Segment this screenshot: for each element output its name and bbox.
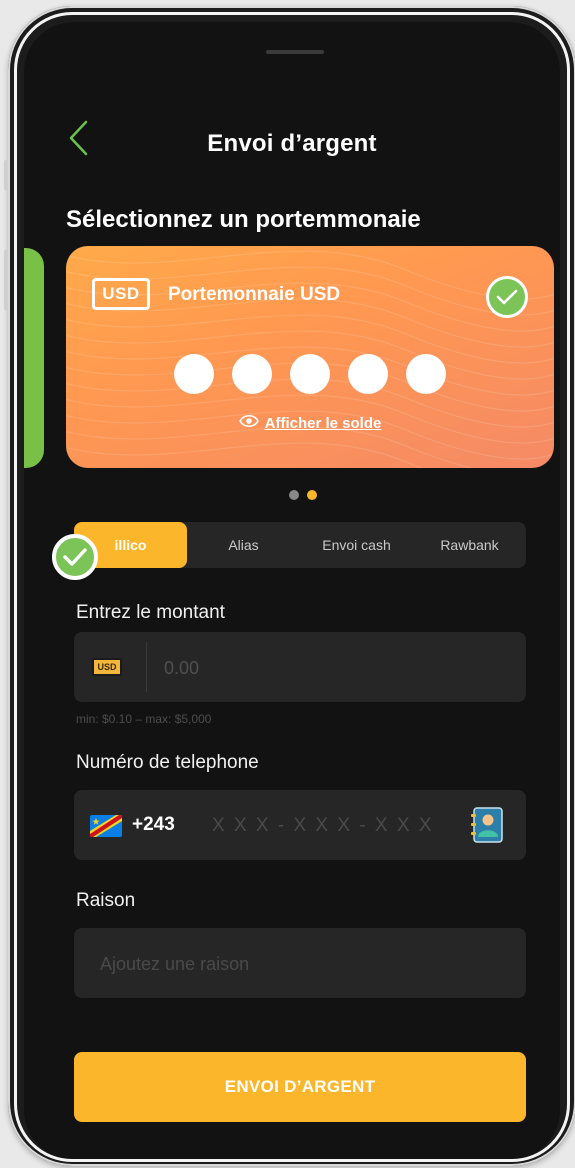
amount-field: USD (74, 632, 526, 702)
hidden-digit-dot (174, 354, 214, 394)
reason-field (74, 928, 526, 998)
speaker-notch (266, 50, 324, 54)
hidden-digit-dot (290, 354, 330, 394)
wallet-name: Portemonnaie USD (168, 284, 341, 305)
wallet-section-title: Sélectionnez un portemmonaie (66, 206, 421, 233)
tab-alias[interactable]: Alias (187, 522, 300, 568)
show-balance-link[interactable]: Afficher le solde (66, 414, 554, 432)
phone-number-input[interactable] (212, 812, 462, 840)
amount-limits: min: $0.10 – max: $5,000 (76, 712, 212, 726)
country-dial-code[interactable]: +243 (132, 814, 175, 836)
divider (146, 642, 147, 692)
send-money-button[interactable]: ENVOI D’ARGENT (74, 1052, 526, 1122)
pager-dot[interactable] (289, 490, 299, 500)
phone-label: Numéro de telephone (76, 752, 259, 773)
selected-check-icon (486, 276, 528, 318)
drc-flag-icon[interactable] (90, 815, 122, 837)
app-screen: Envoi d’argent Sélectionnez un portemmon… (24, 22, 560, 1160)
hidden-digit-dot (348, 354, 388, 394)
wallet-pager (289, 490, 317, 500)
usd-currency-icon: USD (92, 658, 122, 676)
hidden-digit-dot (406, 354, 446, 394)
check-icon (52, 534, 98, 580)
page-title: Envoi d’argent (207, 130, 377, 157)
reason-label: Raison (76, 890, 136, 911)
previous-wallet-card-peek[interactable] (24, 248, 44, 468)
usd-currency-badge: USD (92, 278, 150, 310)
phone-side-button (4, 160, 8, 190)
reason-input[interactable] (100, 950, 500, 978)
amount-input[interactable] (164, 656, 504, 680)
eye-icon (238, 414, 259, 432)
show-balance-label: Afficher le solde (264, 414, 382, 432)
transfer-method-tabs: illico Alias Envoi cash Rawbank (74, 522, 526, 568)
tab-rawbank[interactable]: Rawbank (413, 522, 526, 568)
wallet-card-usd[interactable]: USD Portemonnaie USD Afficher le solde (66, 246, 554, 468)
pager-dot[interactable] (307, 490, 317, 500)
tab-envoi-cash[interactable]: Envoi cash (300, 522, 413, 568)
phone-field: +243 (74, 790, 526, 860)
app-header: Envoi d’argent (24, 114, 560, 174)
phone-side-button (4, 250, 8, 310)
hidden-balance-dots (174, 354, 446, 394)
hidden-digit-dot (232, 354, 272, 394)
contact-book-icon[interactable] (470, 807, 504, 843)
amount-label: Entrez le montant (76, 602, 225, 623)
